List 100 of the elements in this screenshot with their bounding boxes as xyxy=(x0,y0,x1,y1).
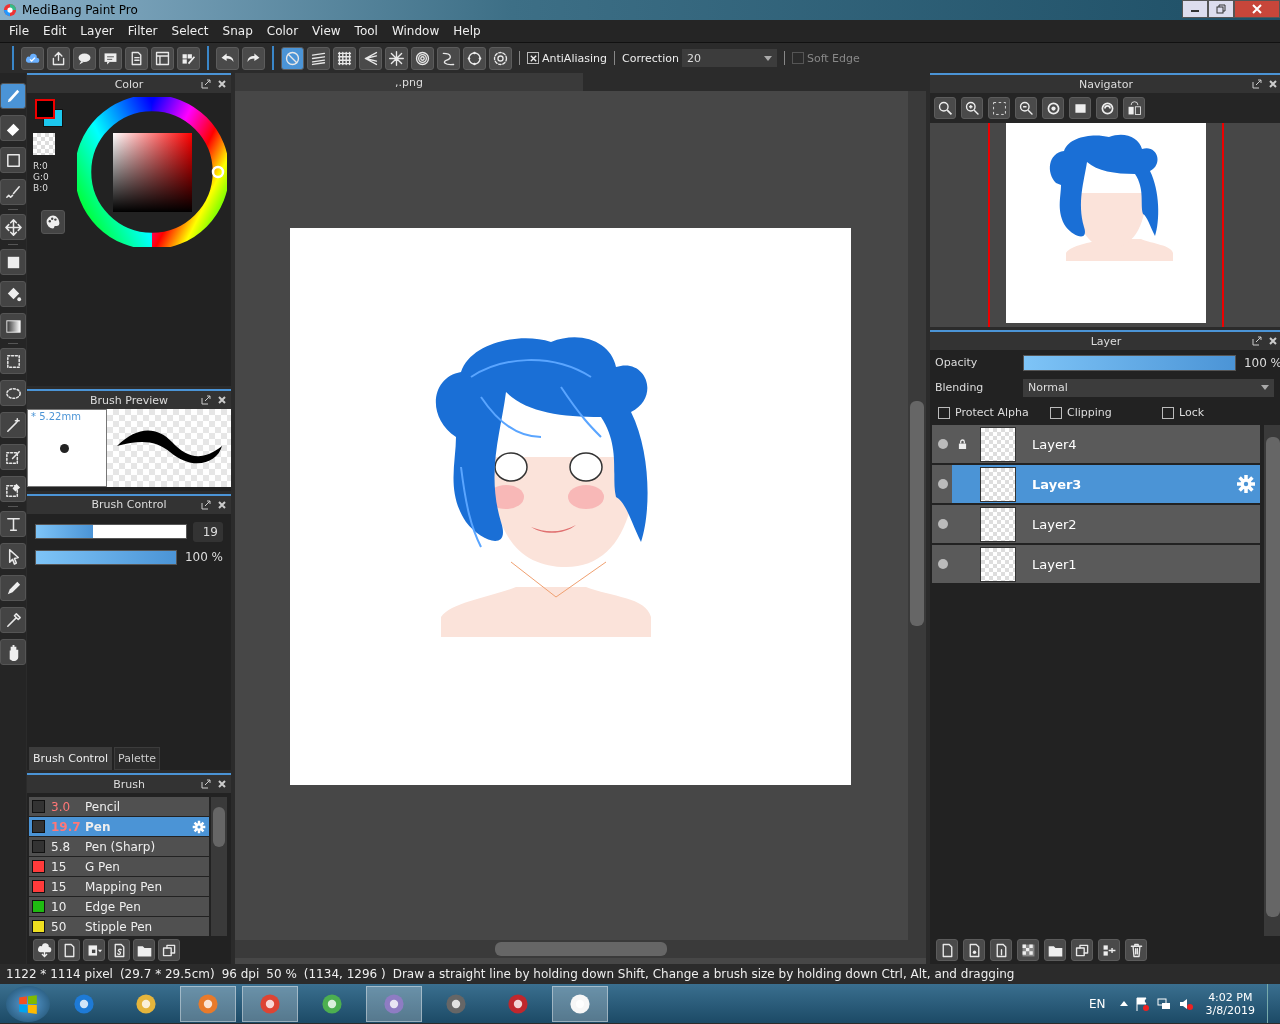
horizontal-scrollbar[interactable] xyxy=(235,940,926,958)
layer-action-button[interactable] xyxy=(1098,939,1120,961)
snap-button[interactable] xyxy=(307,46,330,70)
layer-action-button[interactable] xyxy=(1017,939,1039,961)
detach-icon[interactable] xyxy=(201,499,211,510)
color-swatches[interactable] xyxy=(33,97,65,127)
tool-button[interactable] xyxy=(0,412,26,438)
scrollbar[interactable] xyxy=(1264,425,1280,936)
menu-item[interactable]: View xyxy=(305,24,348,38)
flag-icon[interactable] xyxy=(1133,995,1150,1012)
menu-item[interactable]: Snap xyxy=(215,24,260,38)
navigator-button[interactable] xyxy=(934,97,956,119)
brush-size-slider[interactable] xyxy=(35,524,187,540)
tool-button[interactable] xyxy=(0,115,26,141)
visibility-dot[interactable] xyxy=(938,519,948,529)
tool-button[interactable] xyxy=(0,179,26,205)
layer-item[interactable]: Layer4 xyxy=(932,425,1260,463)
palette-button[interactable] xyxy=(41,210,65,234)
layer-action-button[interactable] xyxy=(963,939,985,961)
close-icon[interactable] xyxy=(217,779,227,789)
layer-action-button[interactable] xyxy=(1125,939,1147,961)
minimize-button[interactable] xyxy=(1182,0,1208,18)
visibility-dot[interactable] xyxy=(938,479,948,489)
option-checkbox[interactable] xyxy=(938,406,950,419)
toolbar-button[interactable] xyxy=(151,46,174,70)
detach-icon[interactable] xyxy=(201,395,211,406)
brush-list-item[interactable]: 10 Edge Pen xyxy=(29,897,209,916)
tool-button[interactable] xyxy=(0,249,26,275)
close-icon[interactable] xyxy=(1268,79,1278,89)
tool-button[interactable] xyxy=(0,639,26,665)
panel-tab[interactable]: Brush Control xyxy=(29,747,112,770)
network-icon[interactable] xyxy=(1155,995,1172,1012)
layer-item[interactable]: Layer2 xyxy=(932,505,1260,543)
brush-list-item[interactable]: 3.0 Pencil xyxy=(29,797,209,816)
menu-item[interactable]: Window xyxy=(384,24,447,38)
brush-action-button[interactable] xyxy=(58,939,80,961)
detach-icon[interactable] xyxy=(1252,79,1262,89)
close-icon[interactable] xyxy=(217,499,227,510)
navigator-button[interactable] xyxy=(988,97,1010,119)
snap-button[interactable] xyxy=(333,46,356,70)
tool-button[interactable] xyxy=(0,313,26,339)
tray-arrow-icon[interactable] xyxy=(1119,1001,1128,1006)
layer-action-button[interactable] xyxy=(990,939,1012,961)
taskbar-app-button[interactable] xyxy=(552,985,608,1022)
layer-action-button[interactable] xyxy=(1044,939,1066,961)
close-icon[interactable] xyxy=(217,79,227,89)
navigator-button[interactable] xyxy=(1015,97,1037,119)
layer-opacity-slider[interactable] xyxy=(1023,354,1236,371)
menu-item[interactable]: Color xyxy=(259,24,306,38)
brush-list-item[interactable]: 5.8 Pen (Sharp) xyxy=(29,837,209,856)
detach-icon[interactable] xyxy=(1252,336,1262,346)
color-wheel[interactable] xyxy=(77,97,227,247)
settings-icon[interactable] xyxy=(1236,474,1256,494)
brush-action-button[interactable] xyxy=(33,939,55,961)
snap-button[interactable] xyxy=(489,46,512,70)
taskbar-app-button[interactable] xyxy=(242,985,298,1022)
clock[interactable]: 4:02 PM 3/8/2019 xyxy=(1205,990,1255,1017)
navigator-button[interactable] xyxy=(961,97,983,119)
navigator-button[interactable] xyxy=(1096,97,1118,119)
snap-button[interactable] xyxy=(437,46,460,70)
menu-item[interactable]: Help xyxy=(446,24,488,38)
visibility-dot[interactable] xyxy=(938,559,948,569)
tool-button[interactable] xyxy=(0,348,26,374)
tool-button[interactable] xyxy=(0,380,26,406)
toolbar-button[interactable] xyxy=(177,46,200,70)
menu-item[interactable]: File xyxy=(2,24,37,38)
maximize-button[interactable] xyxy=(1208,0,1234,18)
toolbar-button[interactable] xyxy=(99,46,122,70)
redo-button[interactable] xyxy=(242,46,265,70)
navigator-button[interactable] xyxy=(1042,97,1064,119)
toolbar-button[interactable] xyxy=(47,46,70,70)
start-button[interactable] xyxy=(6,985,50,1022)
layer-item[interactable]: Layer1 xyxy=(932,545,1260,583)
navigator-button[interactable] xyxy=(1069,97,1091,119)
blending-dropdown[interactable]: Normal xyxy=(1023,378,1274,397)
snap-button[interactable] xyxy=(281,46,304,70)
brush-list-item[interactable]: 15 Mapping Pen xyxy=(29,877,209,896)
detach-icon[interactable] xyxy=(201,79,211,89)
menu-item[interactable]: Layer xyxy=(73,24,121,38)
navigator-preview[interactable] xyxy=(930,123,1280,327)
toolbar-button[interactable] xyxy=(73,46,96,70)
brush-list-item[interactable]: 15 G Pen xyxy=(29,857,209,876)
brush-action-button[interactable] xyxy=(108,939,130,961)
visibility-dot[interactable] xyxy=(938,439,948,449)
undo-button[interactable] xyxy=(216,46,239,70)
document-tab[interactable]: ,.png xyxy=(235,73,583,91)
toolbar-button[interactable] xyxy=(125,46,148,70)
menu-item[interactable]: Filter xyxy=(120,24,165,38)
scrollbar[interactable] xyxy=(211,797,227,936)
menu-item[interactable]: Select xyxy=(164,24,216,38)
transparent-color-swatch[interactable] xyxy=(33,133,55,155)
menu-item[interactable]: Edit xyxy=(36,24,74,38)
navigator-button[interactable] xyxy=(1123,97,1145,119)
close-button[interactable] xyxy=(1234,0,1280,18)
scrollbar[interactable] xyxy=(908,91,926,940)
tool-button[interactable] xyxy=(0,543,26,569)
toolbar-button[interactable] xyxy=(21,46,44,70)
brush-action-button[interactable] xyxy=(158,939,180,961)
tool-button[interactable] xyxy=(0,214,26,240)
tool-button[interactable] xyxy=(0,281,26,307)
